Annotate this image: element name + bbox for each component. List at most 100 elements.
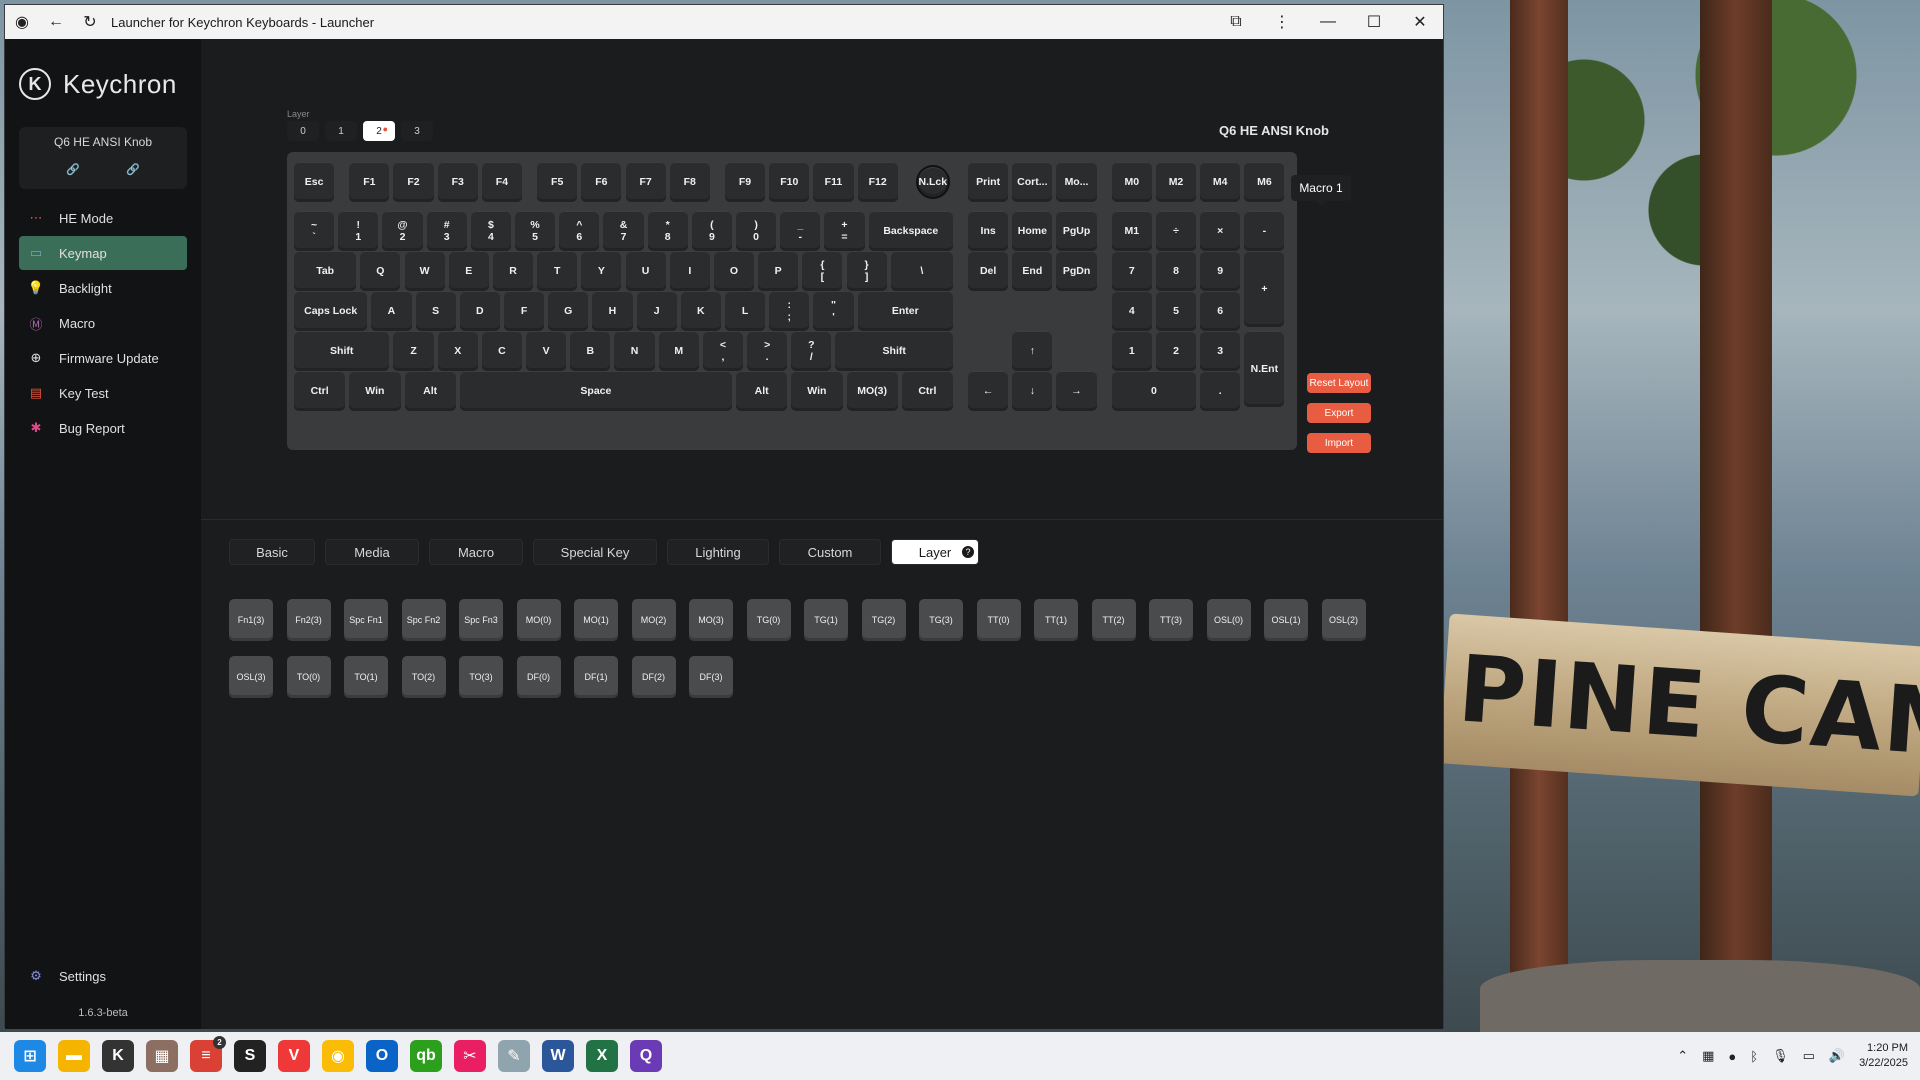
keycode-spc-fn3[interactable]: Spc Fn3 [459,599,503,641]
maximize-button[interactable]: ☐ [1351,5,1397,39]
keycode-osl-2[interactable]: OSL(2) [1321,599,1366,641]
key-5[interactable]: % 5 [515,211,556,252]
sidebar-item-bug-report[interactable]: ✱ Bug Report [19,411,187,445]
key-9[interactable]: 9 [1200,251,1241,292]
minimize-button[interactable]: — [1305,5,1351,39]
todoist-icon[interactable]: ≡ 2 [190,1036,226,1072]
key-end[interactable]: End [1012,251,1053,292]
keychron-launcher-icon[interactable]: K [102,1040,134,1072]
vivaldi-icon[interactable]: V [278,1040,310,1072]
sidebar-item-keymap[interactable]: ▭ Keymap [19,236,187,270]
key-esc[interactable]: Esc [294,162,335,202]
key-y[interactable]: Y [581,251,622,292]
key-k[interactable]: K [680,291,721,332]
key-key[interactable]: → [1056,371,1097,412]
microphone-icon[interactable]: 🎙 [1772,1048,1789,1064]
key-f[interactable]: F [503,291,545,332]
key-8[interactable]: * 8 [647,211,688,252]
keycode-tg-3[interactable]: TG(3) [919,599,963,641]
key-f5[interactable]: F5 [537,162,578,202]
key-cort[interactable]: Cort... [1012,162,1053,202]
key-del[interactable]: Del [968,251,1009,292]
key-alt[interactable]: Alt [736,371,788,412]
key-o[interactable]: O [713,251,755,292]
key-space[interactable]: Space [459,371,732,412]
keycode-df-0[interactable]: DF(0) [516,656,561,698]
sidebar-item-backlight[interactable]: 💡 Backlight [19,271,187,305]
tab-lighting[interactable]: Lighting [667,539,769,565]
clock[interactable]: 1:20 PM 3/22/2025 [1859,1041,1908,1071]
key-x[interactable]: X [437,331,478,372]
chrome-icon[interactable]: ◉ [322,1040,354,1072]
key-m1[interactable]: M1 [1111,211,1152,252]
key-t[interactable]: T [537,251,578,292]
key-m2[interactable]: M2 [1155,162,1197,202]
reset-layout-button[interactable]: Reset Layout [1307,373,1371,393]
tab-media[interactable]: Media [325,539,419,565]
key-key[interactable]: ↓ [1012,371,1053,412]
key-n[interactable]: N [614,331,655,372]
key-j[interactable]: J [636,291,677,332]
key-f2[interactable]: F2 [393,162,434,202]
key-f9[interactable]: F9 [724,162,766,202]
snipping-icon[interactable]: ✂ [454,1040,486,1072]
keycode-tt-1[interactable]: TT(1) [1034,599,1078,641]
key-4[interactable]: $4 [470,211,511,252]
key-4[interactable]: 4 [1111,291,1152,332]
keycode-osl-3[interactable]: OSL(3) [229,656,273,698]
key-f7[interactable]: F7 [625,162,666,202]
keycode-to-1[interactable]: TO(1) [344,656,388,698]
tab-macro[interactable]: Macro [429,539,523,565]
quickbooks-icon[interactable]: qb [410,1040,442,1072]
key-1[interactable]: ! 1 [338,211,379,252]
unlink-icon[interactable]: 🔗 [126,163,140,176]
key-key[interactable]: + = [824,211,865,252]
tab-basic[interactable]: Basic [229,539,315,565]
key-alt[interactable]: Alt [404,371,456,412]
back-icon[interactable]: ← [39,5,73,39]
key-shift[interactable]: Shift [835,331,953,372]
layer-tab-0[interactable]: 0 [287,121,319,141]
file-explorer-icon[interactable]: ▬ [58,1040,90,1072]
key-mo[interactable]: Mo... [1056,162,1097,202]
key-s[interactable]: S [415,291,456,332]
key-f12[interactable]: F12 [857,162,898,202]
key-w[interactable]: W [404,251,445,292]
key-r[interactable]: R [492,251,534,292]
refresh-icon[interactable]: ↻ [73,5,107,39]
sidebar-item-macro[interactable]: Ⓜ Macro [19,306,187,340]
start-icon[interactable]: ⊞ [14,1040,46,1072]
key-h[interactable]: H [592,291,633,332]
key-n-ent[interactable]: N.Ent [1244,331,1285,408]
key-f6[interactable]: F6 [581,162,622,202]
key-mo-3[interactable]: MO(3) [846,371,898,412]
import-button[interactable]: Import [1307,433,1371,453]
key-m[interactable]: M [658,331,699,372]
key-n-lck[interactable]: N.Lck [915,165,950,199]
key-key[interactable]: - [1244,211,1285,252]
extensions-icon[interactable]: ⧉ [1213,5,1259,39]
key-tab[interactable]: Tab [294,251,357,292]
keycode-spc-fn2[interactable]: Spc Fn2 [401,599,446,641]
key-f1[interactable]: F1 [349,162,390,202]
keycode-to-0[interactable]: TO(0) [286,656,331,698]
keycode-mo-0[interactable]: MO(0) [516,599,561,641]
keycode-df-3[interactable]: DF(3) [689,656,733,698]
key-key[interactable]: ÷ [1155,211,1197,252]
key-m6[interactable]: M6 [1244,162,1285,202]
key-print[interactable]: Print [968,162,1009,202]
key-5[interactable]: 5 [1155,291,1197,332]
key-f11[interactable]: F11 [813,162,854,202]
layer-tab-1[interactable]: 1 [325,121,357,141]
keycode-tg-1[interactable]: TG(1) [804,599,848,641]
key-key[interactable]: >. [747,331,788,372]
keycode-osl-1[interactable]: OSL(1) [1264,599,1308,641]
key-6[interactable]: ^ 6 [559,211,600,252]
keycode-fn2-3[interactable]: Fn2(3) [286,599,331,641]
help-icon[interactable]: ? [962,546,974,558]
key-key[interactable]: _ - [780,211,821,252]
key-backspace[interactable]: Backspace [868,211,953,252]
bluetooth-icon[interactable]: ᛒ [1750,1049,1758,1064]
tray-app-icon[interactable]: ● [1728,1049,1736,1064]
key-win[interactable]: Win [349,371,401,412]
